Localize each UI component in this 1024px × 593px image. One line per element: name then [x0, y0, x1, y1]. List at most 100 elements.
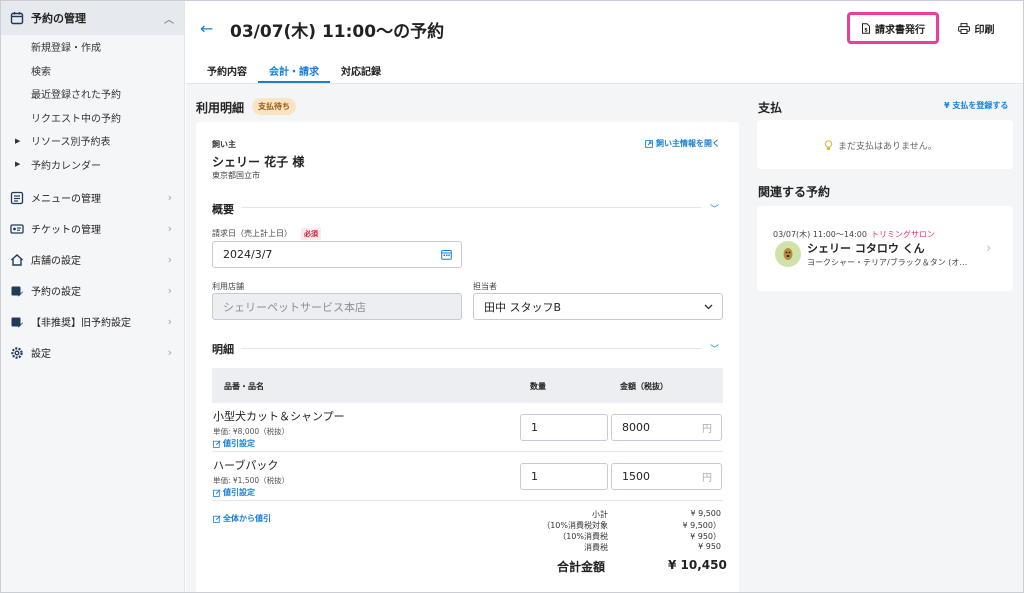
summary-label: （10%消費税対象 [542, 521, 608, 530]
sidebar-subitem-calendar[interactable]: ▶ 予約カレンダー [1, 153, 184, 177]
sidebar-item-label: 店舗の設定 [31, 256, 81, 267]
register-payment-link[interactable]: ¥ 支払を登録する [944, 100, 1008, 111]
back-arrow-icon[interactable]: ← [200, 19, 213, 38]
related-datetime: 03/07(木) 11:00〜14:00 [773, 230, 867, 239]
sidebar-item-label: 設定 [31, 349, 51, 360]
invoice-date-label: 請求日（売上計上日） [212, 229, 292, 238]
sidebar-header-reservations[interactable]: 予約の管理 ︿ [1, 1, 184, 35]
sidebar-item-legacy-settings[interactable]: 【非推奨】旧予約設定 › [1, 306, 184, 337]
amount-input[interactable]: 8000 円 [611, 414, 722, 441]
summary-label: 小計 [592, 510, 608, 519]
chevron-right-icon: › [167, 315, 172, 328]
tab-records[interactable]: 対応記録 [330, 57, 392, 83]
required-badge: 必須 [301, 228, 321, 240]
gear-icon [10, 346, 24, 360]
related-pet-breed: ヨークシャー・テリア/ブラック＆タン (オ… [807, 258, 968, 267]
tab-reservation-details[interactable]: 予約内容 [196, 57, 258, 83]
sidebar-item-store[interactable]: 店舗の設定 › [1, 244, 184, 275]
open-owner-link[interactable]: 飼い主情報を開く [645, 138, 720, 149]
print-button[interactable]: 印刷 [948, 15, 1004, 41]
sidebar-subitem-requests[interactable]: リクエスト中の予約 [1, 106, 184, 130]
edit-calendar-icon [10, 284, 24, 298]
tab-bar: 予約内容 会計・請求 対応記録 [196, 57, 392, 83]
summary-label: （10%消費税 [558, 532, 608, 541]
pet-avatar [775, 241, 801, 267]
overall-discount-label: 全体から値引 [223, 514, 271, 523]
edit-icon [213, 488, 221, 497]
sidebar-subitem-resource[interactable]: ▶ リソース別予約表 [1, 129, 184, 153]
qty-input[interactable]: 1 [520, 414, 608, 441]
caret-right-icon: ▶ [15, 136, 21, 145]
total-label: 合計金額 [557, 560, 606, 574]
summary-label: 消費税 [584, 543, 608, 552]
app-window: 予約の管理 ︿ 新規登録・作成 検索 最近登録された予約 リクエスト中の予約 ▶… [0, 0, 1024, 593]
related-title: 関連する予約 [758, 185, 831, 199]
row-divider [212, 500, 723, 501]
sidebar-item-menu[interactable]: メニューの管理 › [1, 182, 184, 213]
svg-text:$: $ [864, 27, 868, 33]
discount-link-label: 値引設定 [223, 488, 255, 497]
divider [241, 207, 701, 208]
related-meta: 03/07(木) 11:00〜14:00 トリミングサロン [773, 229, 935, 240]
sidebar-subitem-recent[interactable]: 最近登録された予約 [1, 82, 184, 106]
print-label: 印刷 [974, 24, 995, 36]
column-header-amount: 金額（税抜） [620, 382, 668, 391]
details-title: 明細 [212, 343, 234, 356]
external-link-icon [645, 139, 653, 148]
staff-value: 田中 スタッフB [484, 300, 562, 314]
summary-value: ¥ 950） [690, 532, 721, 541]
chevron-down-icon [703, 301, 714, 312]
sidebar-subitem-calendar-label: 予約カレンダー [31, 160, 101, 172]
chevron-down-icon[interactable]: ﹀ [710, 202, 719, 215]
invoice-date-value: 2024/3/7 [223, 248, 273, 261]
edit-icon [213, 439, 221, 448]
overall-discount-link[interactable]: 全体から値引 [213, 513, 271, 524]
qty-value: 1 [531, 421, 538, 434]
chevron-right-icon: › [167, 284, 172, 297]
billing-title: 利用明細 [196, 101, 245, 115]
calendar-icon [10, 11, 24, 25]
edit-icon [213, 514, 221, 523]
tab-billing[interactable]: 会計・請求 [258, 57, 330, 83]
calendar-icon[interactable] [441, 249, 452, 260]
details-table-header: 品番・品名 数量 金額（税抜） [212, 368, 723, 403]
related-salon: トリミングサロン [870, 230, 935, 239]
home-icon [10, 253, 24, 267]
payment-title: 支払 [758, 101, 783, 115]
issue-invoice-button[interactable]: $ 請求書発行 [847, 12, 939, 44]
yen-suffix: 円 [702, 473, 712, 484]
sidebar-item-ticket[interactable]: チケットの管理 › [1, 213, 184, 244]
staff-label: 担当者 [473, 282, 497, 291]
printer-icon [957, 22, 970, 34]
amount-input[interactable]: 1500 円 [611, 463, 722, 490]
owner-name: シェリー 花子 様 [212, 155, 305, 169]
issue-invoice-label: 請求書発行 [875, 24, 925, 36]
sidebar-subitem-new[interactable]: 新規登録・作成 [1, 35, 184, 59]
column-header-item: 品番・品名 [224, 382, 264, 391]
line-item-name: 小型犬カット＆シャンプー [213, 410, 345, 423]
amount-value: 8000 [622, 421, 650, 434]
discount-link-label: 値引設定 [223, 439, 255, 448]
caret-right-icon: ▶ [15, 160, 21, 169]
sidebar-item-settings[interactable]: 設定 › [1, 337, 184, 368]
staff-select[interactable]: 田中 スタッフB [473, 293, 723, 320]
sidebar-item-label: 【非推奨】旧予約設定 [31, 318, 131, 329]
store-label: 利用店舗 [212, 282, 244, 291]
discount-link[interactable]: 値引設定 [213, 487, 255, 498]
owner-address: 東京都国立市 [212, 171, 260, 180]
sidebar: 予約の管理 ︿ 新規登録・作成 検索 最近登録された予約 リクエスト中の予約 ▶… [1, 1, 185, 592]
edit-calendar-icon [10, 315, 24, 329]
chevron-down-icon[interactable]: ﹀ [710, 342, 719, 355]
summary-value: ¥ 9,500） [682, 521, 721, 530]
payment-empty-text: まだ支払はありません。 [838, 142, 937, 152]
sidebar-subitem-search[interactable]: 検索 [1, 59, 184, 83]
store-value: シェリーペットサービス本店 [223, 300, 366, 314]
discount-link[interactable]: 値引設定 [213, 438, 255, 449]
amount-value: 1500 [622, 470, 650, 483]
store-field: シェリーペットサービス本店 [212, 293, 462, 320]
sidebar-item-reservation-settings[interactable]: 予約の設定 › [1, 275, 184, 306]
sidebar-header-label: 予約の管理 [31, 12, 86, 25]
invoice-date-input[interactable]: 2024/3/7 [212, 241, 462, 268]
qty-input[interactable]: 1 [520, 463, 608, 490]
list-icon [10, 191, 24, 205]
